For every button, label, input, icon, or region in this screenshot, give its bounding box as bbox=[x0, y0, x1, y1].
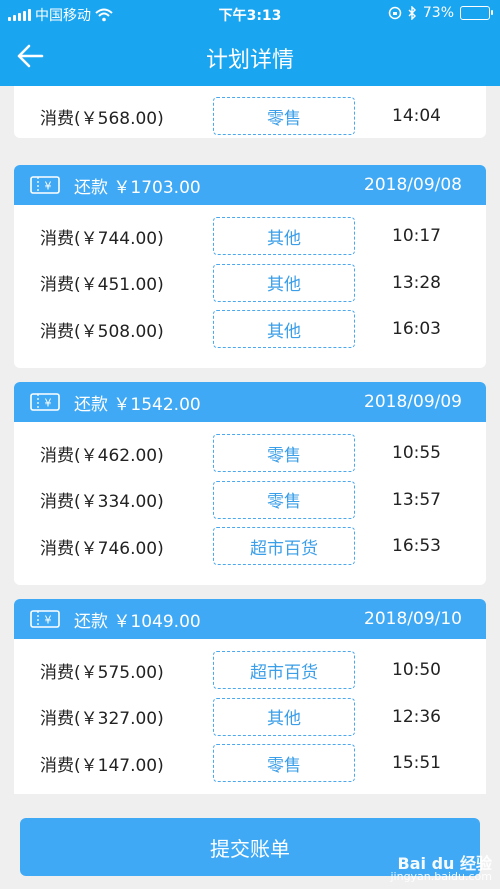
plan-card: ¥ 还款 ￥1703.00 2018/09/08 消费(￥744.00) 其他 … bbox=[14, 165, 486, 368]
list-item: 消费(￥462.00) 零售 10:55 bbox=[14, 430, 486, 477]
list-item: 消费(￥508.00) 其他 16:03 bbox=[14, 306, 486, 353]
battery-icon bbox=[460, 6, 493, 20]
consume-amount: 消费(￥744.00) bbox=[40, 228, 164, 249]
consume-amount: 消费(￥508.00) bbox=[40, 321, 164, 342]
status-bar: 中国移动 下午3:13 73% bbox=[0, 0, 500, 28]
list-item: 消费(￥568.00) 零售 14:04 bbox=[14, 94, 486, 138]
rotation-lock-icon bbox=[388, 6, 402, 20]
consume-time: 10:55 bbox=[392, 443, 441, 464]
repay-amount: 还款 ￥1703.00 bbox=[74, 177, 201, 198]
list-item: 消费(￥575.00) 超市百货 10:50 bbox=[14, 647, 486, 694]
plan-list[interactable]: 消费(￥568.00) 零售 14:04 ¥ 还款 ￥1703.00 2018/… bbox=[0, 86, 500, 794]
repay-amount: 还款 ￥1542.00 bbox=[74, 394, 201, 415]
category-tag[interactable]: 零售 bbox=[213, 480, 355, 519]
watermark-brand: Bai du 经验 bbox=[397, 854, 492, 873]
repay-amount: 还款 ￥1049.00 bbox=[74, 611, 201, 632]
consume-time: 10:17 bbox=[392, 226, 441, 247]
category-tag[interactable]: 其他 bbox=[213, 263, 355, 302]
svg-text:¥: ¥ bbox=[45, 397, 52, 410]
svg-text:¥: ¥ bbox=[45, 614, 52, 627]
plan-card-header: ¥ 还款 ￥1703.00 2018/09/08 bbox=[14, 165, 486, 205]
list-item: 消费(￥451.00) 其他 13:28 bbox=[14, 260, 486, 307]
watermark-url: jingyan.baidu.com bbox=[390, 870, 492, 883]
consume-time: 15:51 bbox=[392, 753, 441, 774]
consume-amount: 消费(￥746.00) bbox=[40, 538, 164, 559]
nav-bar: 计划详情 bbox=[0, 28, 500, 86]
category-tag[interactable]: 其他 bbox=[213, 310, 355, 349]
list-item: 消费(￥327.00) 其他 12:36 bbox=[14, 694, 486, 741]
plan-date: 2018/09/10 bbox=[364, 609, 462, 629]
category-tag[interactable]: 其他 bbox=[213, 697, 355, 736]
category-tag[interactable]: 超市百货 bbox=[213, 527, 355, 566]
consume-time: 12:36 bbox=[392, 706, 441, 727]
consume-time: 13:57 bbox=[392, 489, 441, 510]
plan-card: ¥ 还款 ￥1049.00 2018/09/10 消费(￥575.00) 超市百… bbox=[14, 599, 486, 794]
category-tag[interactable]: 零售 bbox=[213, 744, 355, 783]
top-bar: 中国移动 下午3:13 73% 计划详情 bbox=[0, 0, 500, 86]
plan-date: 2018/09/09 bbox=[364, 392, 462, 412]
list-item: 消费(￥744.00) 其他 10:17 bbox=[14, 213, 486, 260]
consume-time: 16:53 bbox=[392, 536, 441, 557]
consume-time: 16:03 bbox=[392, 319, 441, 340]
plan-date: 2018/09/08 bbox=[364, 175, 462, 195]
category-tag[interactable]: 其他 bbox=[213, 217, 355, 256]
consume-amount: 消费(￥327.00) bbox=[40, 709, 164, 730]
consume-time: 14:04 bbox=[392, 106, 441, 126]
consume-amount: 消费(￥451.00) bbox=[40, 275, 164, 296]
consume-time: 13:28 bbox=[392, 272, 441, 293]
plan-card-header: ¥ 还款 ￥1049.00 2018/09/10 bbox=[14, 599, 486, 639]
category-tag[interactable]: 超市百货 bbox=[213, 651, 355, 690]
consume-amount: 消费(￥575.00) bbox=[40, 662, 164, 683]
plan-card: ¥ 还款 ￥1542.00 2018/09/09 消费(￥462.00) 零售 … bbox=[14, 382, 486, 585]
consume-amount: 消费(￥462.00) bbox=[40, 445, 164, 466]
consume-amount: 消费(￥568.00) bbox=[40, 108, 164, 129]
category-tag[interactable]: 零售 bbox=[213, 97, 355, 135]
consume-amount: 消费(￥147.00) bbox=[40, 755, 164, 776]
svg-text:¥: ¥ bbox=[45, 180, 52, 193]
page-title: 计划详情 bbox=[205, 48, 294, 73]
consume-time: 10:50 bbox=[392, 660, 441, 681]
list-item: 消费(￥746.00) 超市百货 16:53 bbox=[14, 523, 486, 570]
list-item: 消费(￥147.00) 零售 15:51 bbox=[14, 740, 486, 787]
ticket-icon: ¥ bbox=[30, 393, 60, 411]
battery-percent: 73% bbox=[422, 5, 454, 21]
ticket-icon: ¥ bbox=[30, 610, 60, 628]
bluetooth-icon bbox=[408, 6, 416, 20]
ticket-icon: ¥ bbox=[30, 176, 60, 194]
plan-card-partial: 消费(￥568.00) 零售 14:04 bbox=[14, 86, 486, 138]
list-item: 消费(￥334.00) 零售 13:57 bbox=[14, 477, 486, 524]
baidu-watermark: Bai du 经验 jingyan.baidu.com bbox=[390, 854, 492, 884]
plan-card-header: ¥ 还款 ￥1542.00 2018/09/09 bbox=[14, 382, 486, 422]
category-tag[interactable]: 零售 bbox=[213, 434, 355, 473]
consume-amount: 消费(￥334.00) bbox=[40, 492, 164, 513]
